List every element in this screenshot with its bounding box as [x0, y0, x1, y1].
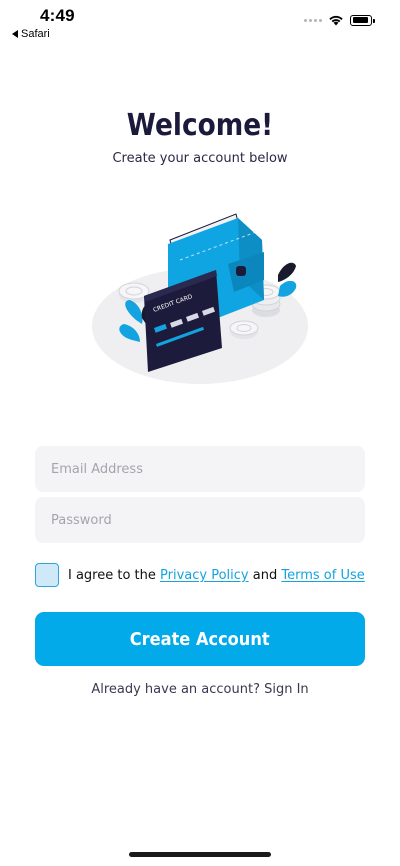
- terms-text: I agree to the Privacy Policy and Terms …: [68, 568, 365, 583]
- battery-icon: [350, 14, 375, 26]
- create-account-label: Create Account: [130, 628, 270, 650]
- back-to-app-button[interactable]: Safari: [12, 28, 50, 40]
- privacy-policy-link[interactable]: Privacy Policy: [160, 568, 249, 583]
- coin-icon: [229, 320, 259, 339]
- leaf-icon: [278, 262, 297, 297]
- status-bar: 4:49 Safari: [0, 0, 400, 46]
- create-account-button[interactable]: Create Account: [35, 612, 365, 666]
- wallet-credit-card-illustration: CREDIT CARD: [92, 213, 308, 384]
- signin-prefix: Already have an account?: [91, 682, 265, 697]
- home-indicator[interactable]: [129, 852, 271, 857]
- wifi-icon: [329, 15, 343, 26]
- back-triangle-icon: [12, 30, 18, 38]
- status-indicators: [304, 14, 375, 26]
- signin-link[interactable]: Sign In: [264, 682, 309, 697]
- terms-conjunction: and: [248, 567, 282, 583]
- email-field[interactable]: [35, 446, 365, 492]
- terms-checkbox[interactable]: [35, 563, 59, 587]
- terms-agreement-row: I agree to the Privacy Policy and Terms …: [35, 562, 375, 588]
- terms-prefix: I agree to the: [68, 567, 161, 583]
- signin-prompt: Already have an account? Sign In: [0, 682, 400, 697]
- page-subtitle: Create your account below: [112, 151, 288, 166]
- cellular-signal-icon: [304, 18, 322, 22]
- status-time: 4:49: [40, 6, 75, 25]
- password-field[interactable]: [35, 497, 365, 543]
- terms-of-use-link[interactable]: Terms of Use: [281, 568, 364, 583]
- back-app-label: Safari: [21, 28, 50, 40]
- page-title: Welcome!: [126, 108, 274, 143]
